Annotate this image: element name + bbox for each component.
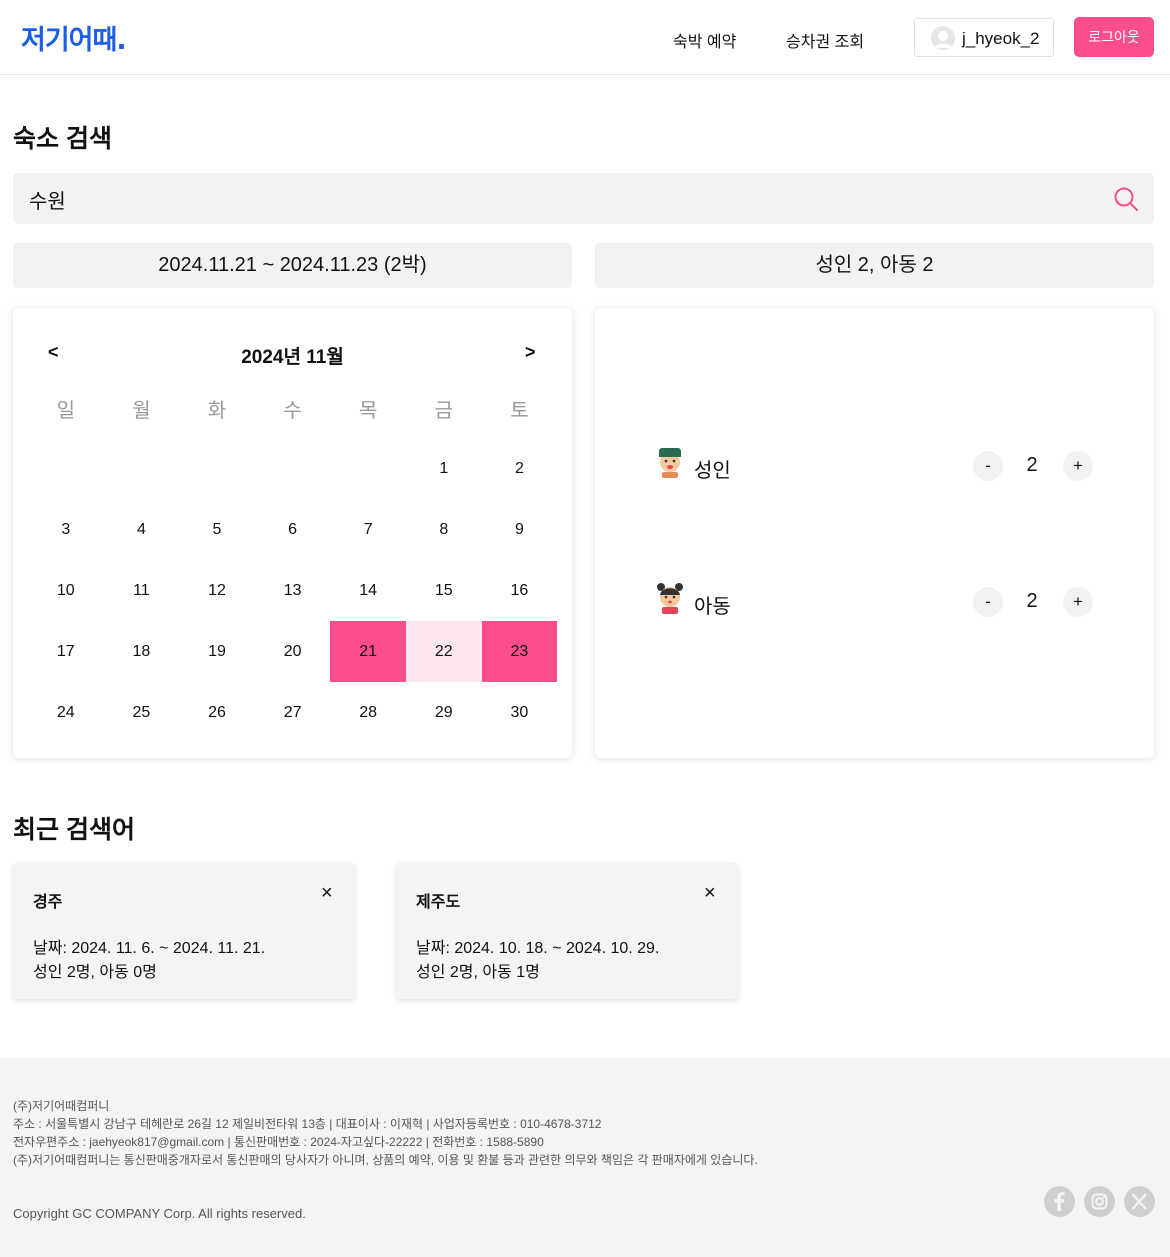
adult-label: 성인 [694,460,731,482]
instagram-icon[interactable] [1084,1186,1115,1217]
calendar-panel: < 2024년 11월 > 일 월 화 수 목 금 토 1 2 3 4 5 6 7 8 9 10 11 12 13 14… [13,308,572,758]
weekday-header: 월 [132,400,151,422]
calendar-day[interactable]: 5 [179,499,255,560]
recent-dates: 날짜: 2024. 10. 18. ~ 2024. 10. 29. [416,940,660,957]
child-icon [657,583,683,614]
calendar-day[interactable]: 19 [179,621,255,682]
calendar-day[interactable]: 11 [104,560,180,621]
calendar-day[interactable]: 18 [104,621,180,682]
footer-disclaimer: (주)저기어때컴퍼니는 통신판매중개자로서 통신판매의 당사자가 아니며, 상품… [13,1153,758,1167]
logo[interactable]: 저기어때. [21,18,127,57]
facebook-icon[interactable] [1044,1186,1075,1217]
username: j_hyeok_2 [962,29,1040,48]
calendar-month-title: 2024년 11월 [241,347,344,368]
calendar-day[interactable]: 12 [179,560,255,621]
header: 저기어때. 숙박 예약 승차권 조회 j_hyeok_2 로그아웃 [0,0,1170,75]
recent-search-card[interactable]: 경주 × 날짜: 2024. 11. 6. ~ 2024. 11. 21. 성인… [13,863,355,999]
guest-count-selector[interactable]: 성인 2, 아동 2 [595,243,1154,288]
calendar-day[interactable]: 6 [255,499,331,560]
child-increment-button[interactable]: + [1063,587,1093,617]
search-icon[interactable] [1113,186,1139,212]
recent-place: 경주 [33,894,63,911]
child-decrement-button[interactable]: - [973,587,1003,617]
calendar-day[interactable]: 24 [28,682,104,743]
recent-place: 제주도 [416,894,461,911]
adult-decrement-button[interactable]: - [973,451,1003,481]
guest-panel: 성인 - 2 + 아동 - 2 + [595,308,1154,758]
weekday-header: 화 [207,400,227,422]
calendar-day[interactable]: 28 [330,682,406,743]
calendar-day[interactable]: 1 [406,438,482,499]
calendar-day[interactable]: 22 [406,621,482,682]
calendar-day[interactable]: 9 [482,499,558,560]
avatar-icon [931,26,955,50]
calendar-day[interactable]: 27 [255,682,331,743]
nav-booking-link[interactable]: 숙박 예약 [673,28,736,52]
calendar-day[interactable]: 26 [179,682,255,743]
date-range-selector[interactable]: 2024.11.21 ~ 2024.11.23 (2박) [13,243,572,288]
calendar-day[interactable]: 25 [104,682,180,743]
weekday-header: 토 [510,400,529,422]
adult-increment-button[interactable]: + [1063,451,1093,481]
calendar-day[interactable]: 8 [406,499,482,560]
calendar-day[interactable]: 23 [481,621,558,682]
child-count: 2 [1026,590,1038,612]
search-input[interactable] [29,185,1029,213]
calendar-day[interactable]: 16 [482,560,558,621]
calendar-next-button[interactable]: > [525,342,536,363]
close-icon[interactable]: × [704,883,716,903]
footer-company: (주)저기어때컴퍼니 [13,1099,110,1113]
calendar-day[interactable]: 4 [104,499,180,560]
weekday-header: 일 [56,400,75,422]
recent-dates: 날짜: 2024. 11. 6. ~ 2024. 11. 21. [33,940,266,957]
calendar-day[interactable]: 7 [330,499,406,560]
adult-count: 2 [1026,454,1038,476]
adult-icon [659,448,681,478]
calendar-day[interactable]: 2 [482,438,558,499]
x-icon[interactable] [1124,1186,1155,1217]
weekday-header: 목 [358,400,378,422]
calendar-day[interactable]: 29 [406,682,482,743]
footer-contact: 전자우편주소 : jaehyeok817@gmail.com | 통신판매번호 … [13,1135,544,1149]
calendar-day[interactable]: 20 [255,621,331,682]
calendar-day[interactable]: 10 [28,560,104,621]
calendar-day[interactable]: 14 [330,560,406,621]
calendar-day[interactable]: 13 [255,560,331,621]
footer: (주)저기어때컴퍼니 주소 : 서울특별시 강남구 테헤란로 26길 12 제일… [0,1058,1170,1257]
recent-guests: 성인 2명, 아동 0명 [33,964,157,981]
child-label: 아동 [694,596,731,618]
search-section-title: 숙소 검색 [13,125,112,153]
search-bar [13,173,1154,224]
weekday-header: 수 [283,400,302,422]
footer-address: 주소 : 서울특별시 강남구 테헤란로 26길 12 제일비전타워 13층 | … [13,1117,602,1131]
calendar-day[interactable]: 21 [330,621,406,682]
calendar-day[interactable]: 30 [482,682,558,743]
close-icon[interactable]: × [321,883,333,903]
recent-guests: 성인 2명, 아동 1명 [416,964,540,981]
calendar-day[interactable]: 15 [406,560,482,621]
copyright: Copyright GC COMPANY Corp. All rights re… [13,1206,306,1221]
calendar-day[interactable]: 17 [28,621,104,682]
logout-button[interactable]: 로그아웃 [1074,17,1154,57]
calendar-day[interactable]: 3 [28,499,104,560]
nav-ticket-link[interactable]: 승차권 조회 [786,28,864,52]
recent-search-card[interactable]: 제주도 × 날짜: 2024. 10. 18. ~ 2024. 10. 29. … [396,863,738,999]
weekday-header: 금 [434,400,453,422]
user-profile-button[interactable]: j_hyeok_2 [914,18,1054,57]
recent-section-title: 최근 검색어 [13,816,135,844]
